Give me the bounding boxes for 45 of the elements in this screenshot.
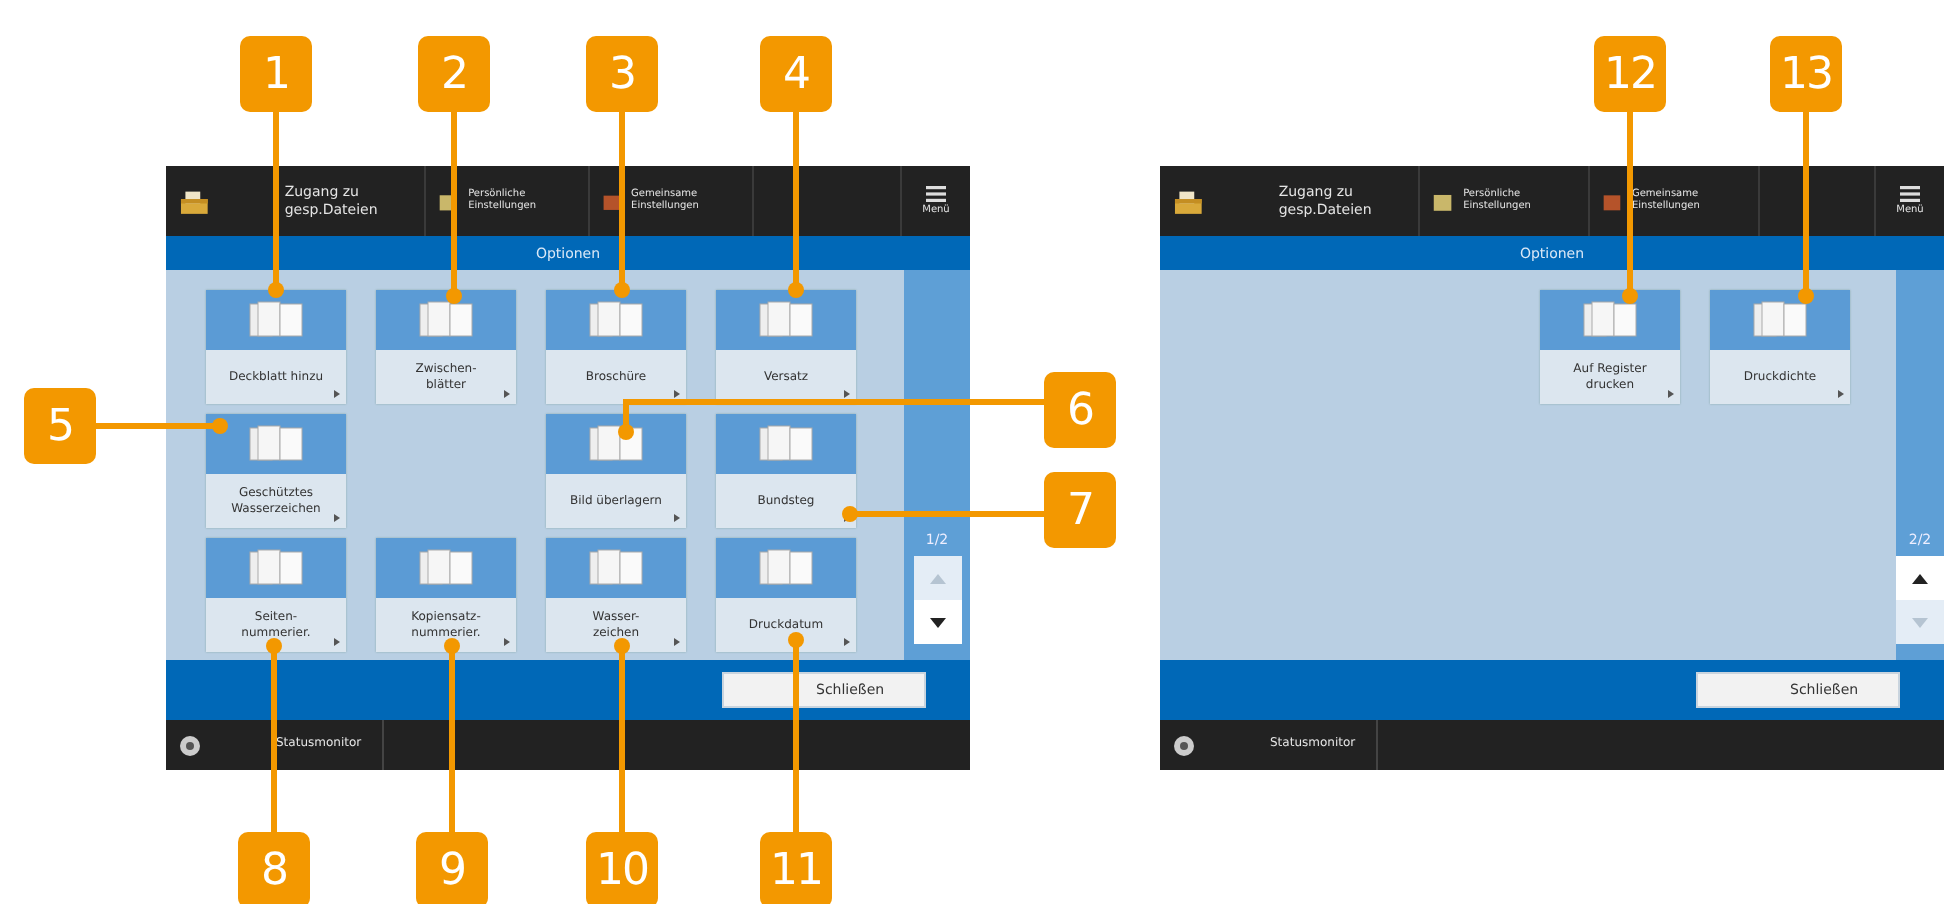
caret-icon	[674, 514, 680, 522]
caret-icon	[334, 638, 340, 646]
document-stack-icon	[586, 546, 646, 590]
caret-icon	[504, 638, 510, 646]
document-stack-icon	[756, 546, 816, 590]
callout-number: 1	[240, 36, 312, 112]
callout-number: 8	[238, 832, 310, 904]
scroll-up-button[interactable]	[1896, 556, 1944, 600]
status-monitor-icon	[1172, 733, 1196, 757]
document-stack-icon	[1580, 298, 1640, 342]
scroll-down-button[interactable]	[913, 600, 961, 644]
document-stack-icon	[756, 298, 816, 342]
callout-number: 6	[1044, 372, 1116, 448]
menu-icon	[1900, 185, 1920, 202]
callout-number: 10	[586, 832, 658, 904]
document-stack-icon	[416, 298, 476, 342]
caret-icon	[844, 638, 850, 646]
status-monitor-icon	[178, 733, 202, 757]
caret-icon	[1838, 390, 1844, 398]
document-stack-icon	[586, 298, 646, 342]
callout-number: 7	[1044, 472, 1116, 548]
callout-number: 2	[418, 36, 490, 112]
callout-number: 3	[586, 36, 658, 112]
document-stack-icon	[756, 422, 816, 466]
document-stack-icon	[246, 546, 306, 590]
callout-number: 12	[1594, 36, 1666, 112]
menu-icon	[926, 185, 946, 202]
caret-icon	[674, 638, 680, 646]
callout-number: 11	[760, 832, 832, 904]
document-stack-icon	[416, 546, 476, 590]
document-stack-icon	[1750, 298, 1810, 342]
callout-number: 9	[416, 832, 488, 904]
caret-icon	[334, 390, 340, 398]
callout-number: 5	[24, 388, 96, 464]
document-stack-icon	[586, 422, 646, 466]
callout-number: 13	[1770, 36, 1842, 112]
caret-icon	[674, 390, 680, 398]
caret-icon	[334, 514, 340, 522]
caret-icon	[1668, 390, 1674, 398]
caret-icon	[504, 390, 510, 398]
callout-number: 4	[760, 36, 832, 112]
document-stack-icon	[246, 298, 306, 342]
document-stack-icon	[246, 422, 306, 466]
leader-line	[96, 418, 228, 434]
caret-icon	[844, 390, 850, 398]
